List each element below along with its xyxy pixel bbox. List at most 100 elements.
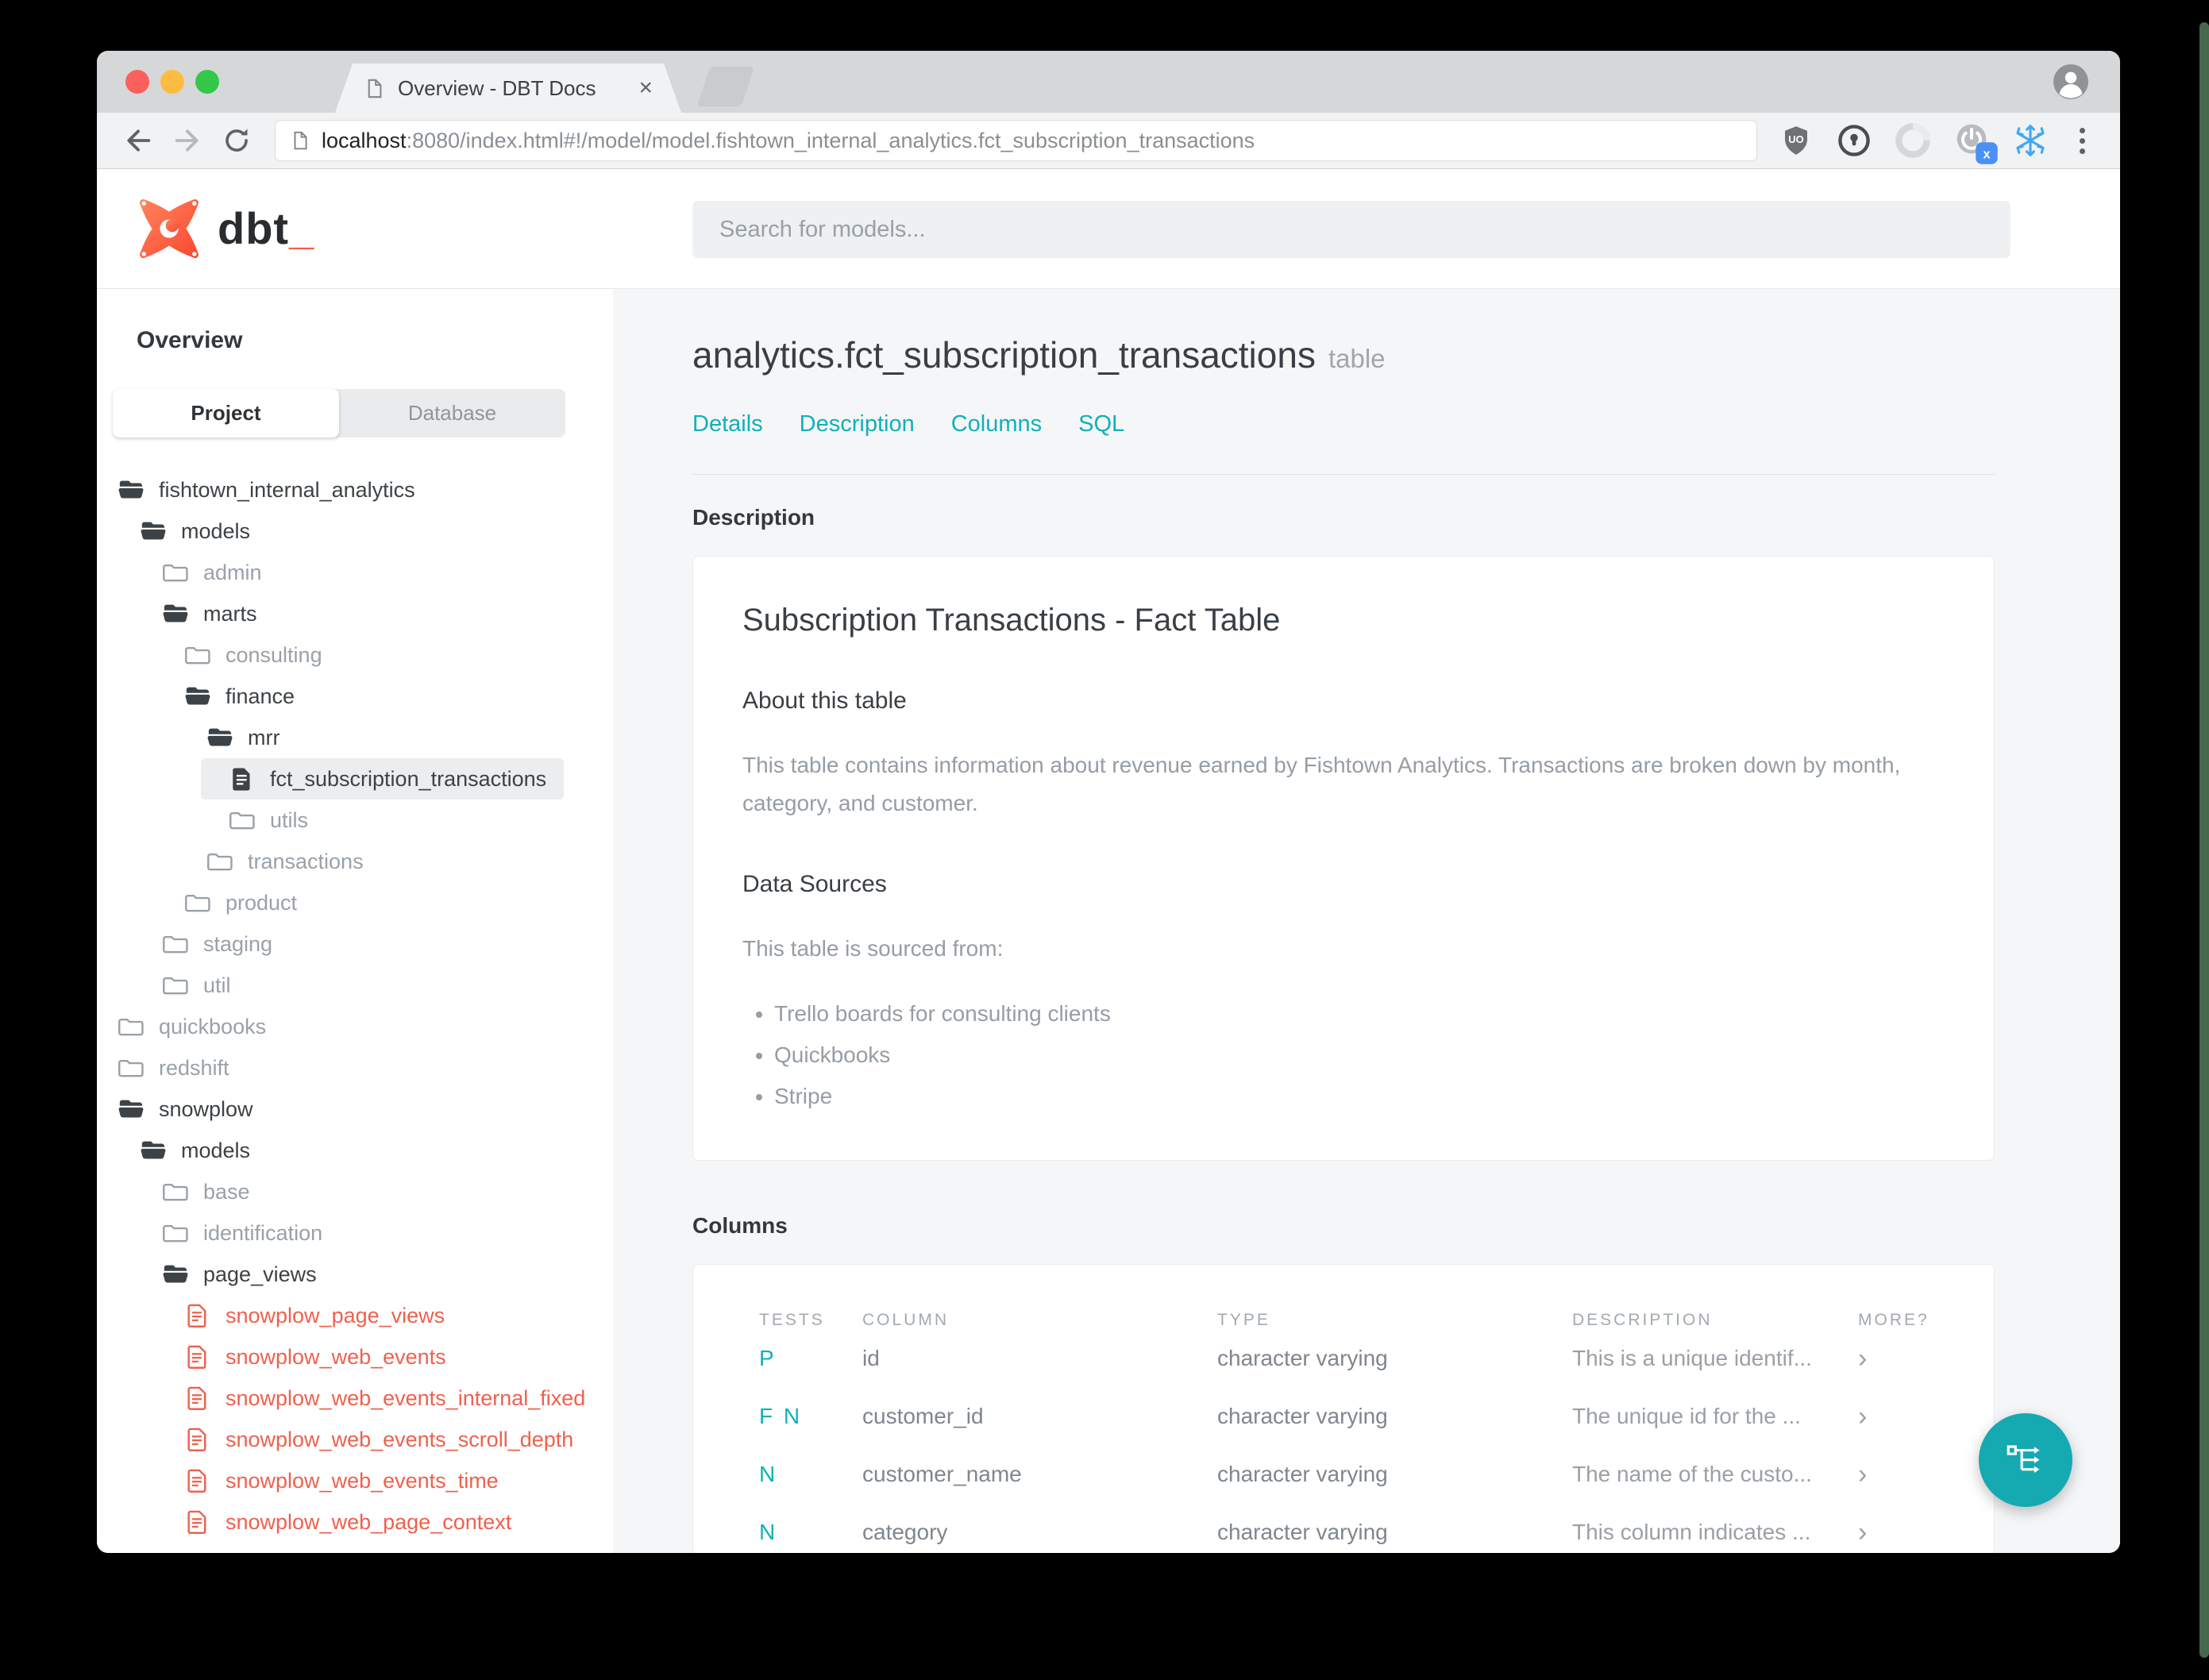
browser-tab[interactable]: Overview - DBT Docs × <box>335 64 681 113</box>
nav-link-columns[interactable]: Columns <box>951 411 1042 437</box>
column-description: This column indicates ... <box>1572 1520 1811 1545</box>
tree-item[interactable]: util <box>97 965 613 1006</box>
tab-database[interactable]: Database <box>339 389 565 437</box>
tree-item-label: util <box>203 973 231 997</box>
back-button[interactable] <box>118 120 159 161</box>
column-type: character varying <box>1217 1346 1388 1371</box>
folder-closed-icon <box>118 1019 144 1036</box>
url-bar[interactable]: localhost:8080/index.html#!/model/model.… <box>275 120 1757 161</box>
folder-open-icon <box>118 1100 144 1118</box>
column-tests: P <box>759 1346 777 1371</box>
dbt-logo-icon <box>140 199 199 258</box>
tree-item[interactable]: snowplow_page_views <box>97 1295 613 1336</box>
column-expand-chevron[interactable]: › <box>1858 1401 1962 1432</box>
disabled-extension-icon[interactable] <box>1895 123 1930 158</box>
column-row[interactable]: Ncategory character varying This column in… <box>693 1504 1962 1553</box>
tree-item[interactable]: snowplow_web_page_context <box>97 1501 613 1543</box>
tree-item[interactable]: snowplow_web_events_time <box>97 1460 613 1501</box>
snowflake-extension-icon[interactable] <box>2013 123 2048 158</box>
lineage-graph-button[interactable] <box>1979 1413 2072 1507</box>
folder-closed-icon <box>163 1184 188 1201</box>
column-expand-chevron[interactable]: › <box>1858 1343 1962 1374</box>
tree-item-label: snowplow_page_views <box>226 1303 445 1327</box>
svg-text:UO: UO <box>1788 133 1803 145</box>
ublock-extension-icon[interactable]: UO <box>1779 124 1813 157</box>
tree-item-label: product <box>226 890 298 915</box>
tab-project[interactable]: Project <box>113 389 339 437</box>
column-row[interactable]: Pid character varying This is a unique ide… <box>693 1330 1962 1388</box>
reload-button[interactable] <box>216 120 257 161</box>
url-text: localhost:8080/index.html#!/model/model.… <box>322 129 1255 153</box>
sidebar: Overview Project Database fishtown_inter… <box>97 289 613 1553</box>
tree-item-label: consulting <box>226 642 322 667</box>
model-file-icon <box>187 1510 206 1534</box>
tree-item[interactable]: identification <box>97 1212 613 1254</box>
search-input[interactable] <box>692 201 2010 258</box>
column-name: customer_id <box>862 1404 984 1429</box>
folder-open-icon <box>141 1141 166 1159</box>
tree-item[interactable]: mrr <box>97 717 613 758</box>
nav-link-description[interactable]: Description <box>800 411 915 437</box>
tree-item-label: transactions <box>248 849 364 873</box>
tree-item[interactable]: base <box>97 1171 613 1212</box>
tree-item[interactable]: quickbooks <box>97 1006 613 1047</box>
desktop-edge <box>2199 22 2209 1658</box>
power-extension-icon[interactable]: x <box>1954 121 1998 164</box>
close-window-button[interactable] <box>125 70 149 94</box>
folder-closed-icon <box>118 1060 144 1077</box>
tree-item[interactable]: snowplow_web_events_scroll_depth <box>97 1419 613 1460</box>
tree-item[interactable]: page_views <box>97 1254 613 1295</box>
sidebar-overview-link[interactable]: Overview <box>137 327 613 354</box>
tree-item-label: fishtown_internal_analytics <box>159 477 415 502</box>
tree-item[interactable]: models <box>97 511 613 552</box>
tree-item[interactable]: snowplow <box>97 1089 613 1130</box>
model-file-icon <box>233 768 250 791</box>
folder-closed-icon <box>163 564 188 582</box>
onepassword-extension-icon[interactable] <box>1837 123 1872 158</box>
column-expand-chevron[interactable]: › <box>1858 1517 1962 1548</box>
column-expand-chevron[interactable]: › <box>1858 1459 1962 1490</box>
tree-item[interactable]: marts <box>97 593 613 634</box>
column-type: character varying <box>1217 1462 1388 1487</box>
tree-item[interactable]: fishtown_internal_analytics <box>97 469 613 511</box>
dbt-logo-text: dbt_ <box>218 203 315 253</box>
zoom-window-button[interactable] <box>195 70 219 94</box>
page-title: analytics.fct_subscription_transactions t… <box>692 334 1386 376</box>
nav-link-details[interactable]: Details <box>692 411 763 437</box>
profile-avatar[interactable] <box>2052 63 2090 101</box>
window-controls <box>125 70 219 94</box>
tree-item-label: marts <box>203 601 257 626</box>
tree-item[interactable]: product <box>97 882 613 923</box>
browser-menu-icon[interactable] <box>2072 127 2093 154</box>
new-tab-button[interactable] <box>696 67 755 106</box>
tree-item[interactable]: redshift <box>97 1047 613 1089</box>
tree-item[interactable]: finance <box>97 676 613 717</box>
tree-item[interactable]: admin <box>97 552 613 593</box>
column-description: The unique id for the ... <box>1572 1404 1801 1429</box>
browser-window: Overview - DBT Docs × localhost:8080/ind… <box>97 51 2120 1553</box>
description-card: Subscription Transactions - Fact Table A… <box>692 556 1995 1161</box>
tree-item[interactable]: staging <box>97 923 613 965</box>
column-type: character varying <box>1217 1404 1388 1429</box>
tree-item[interactable]: utils <box>97 800 613 841</box>
tab-close-icon[interactable]: × <box>638 75 653 102</box>
nav-link-sql[interactable]: SQL <box>1078 411 1124 437</box>
column-row[interactable]: Ncustomer_name character varying The name … <box>693 1446 1962 1504</box>
tree-item[interactable]: snowplow_web_events <box>97 1336 613 1378</box>
forward-button[interactable] <box>167 120 208 161</box>
column-type: character varying <box>1217 1520 1388 1545</box>
tree-item[interactable]: consulting <box>97 634 613 676</box>
columns-table-header: TESTS COLUMN TYPE DESCRIPTION MORE? <box>693 1311 1962 1330</box>
tree-item[interactable]: snowplow_web_events_internal_fixed <box>97 1378 613 1419</box>
tree-item-label: quickbooks <box>159 1014 267 1038</box>
data-source-item: Trello boards for consulting clients <box>774 1001 1945 1027</box>
column-tests: N <box>759 1520 778 1545</box>
tree-item[interactable]: fct_subscription_transactions <box>201 758 564 800</box>
tree-item[interactable]: models <box>97 1130 613 1171</box>
tree-item-label: snowplow_web_events_scroll_depth <box>226 1427 574 1451</box>
minimize-window-button[interactable] <box>160 70 184 94</box>
columns-table-body: Pid character varying This is a unique ide… <box>693 1330 1962 1553</box>
dbt-logo[interactable]: dbt_ <box>135 195 314 263</box>
column-row[interactable]: F N customer_id character varying The uniqu… <box>693 1388 1962 1446</box>
tree-item[interactable]: transactions <box>97 841 613 882</box>
